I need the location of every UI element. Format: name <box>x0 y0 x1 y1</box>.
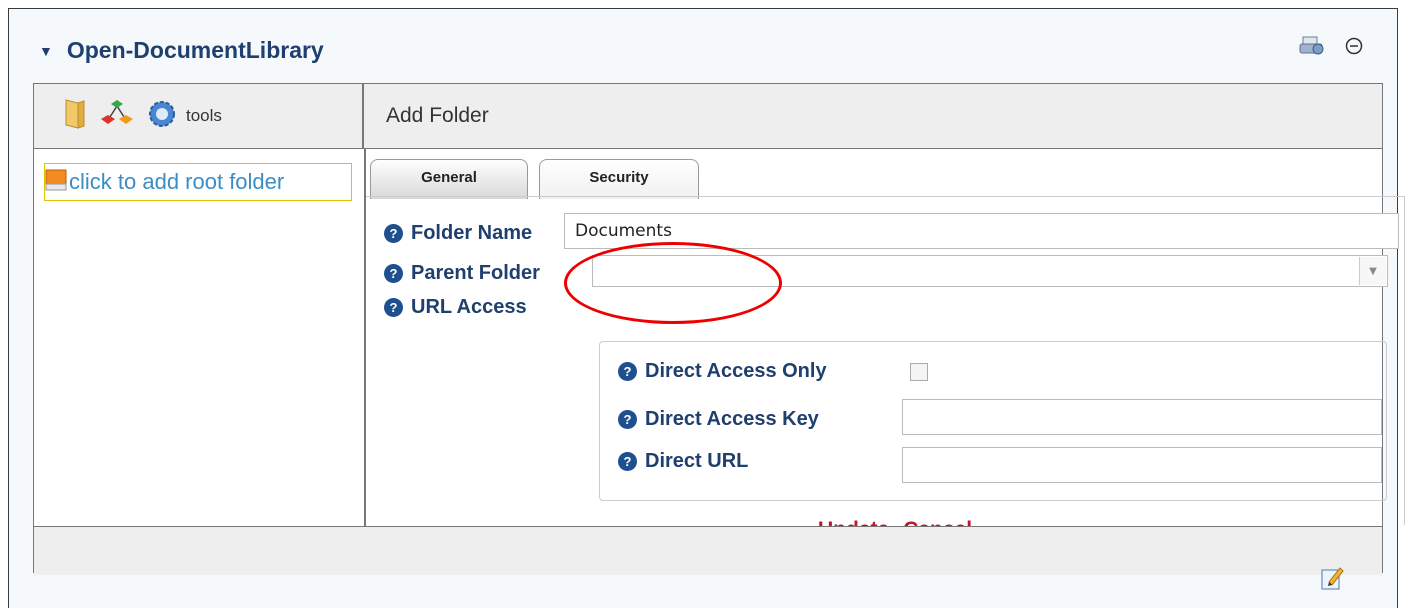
tab-general[interactable]: General <box>370 159 528 199</box>
minimize-icon[interactable] <box>1345 37 1363 60</box>
collapse-triangle-icon[interactable]: ▼ <box>39 43 53 59</box>
direct-access-key-input[interactable] <box>902 399 1382 435</box>
folder-editor-panel: General Security ? Folder Name ? Parent … <box>366 149 1405 541</box>
grid-header-row: tools Add Folder <box>34 84 1382 149</box>
tree-icon[interactable] <box>100 98 134 135</box>
url-access-row: ? URL Access <box>384 296 527 319</box>
edit-icon[interactable] <box>1321 565 1345 596</box>
direct-access-only-row: ? Direct Access Only <box>618 360 827 383</box>
chevron-down-icon[interactable]: ▼ <box>1359 257 1386 285</box>
grid-footer-row <box>34 526 1382 575</box>
print-icon[interactable] <box>1299 35 1325 62</box>
help-icon[interactable]: ? <box>618 452 637 471</box>
panel-header: Add Folder <box>386 104 489 127</box>
module-container: ▼ Open-DocumentLibrary tools Add Folder … <box>8 8 1405 608</box>
direct-access-key-label: Direct Access Key <box>645 408 819 430</box>
add-root-folder-label: click to add root folder <box>69 169 285 194</box>
monitor-icon <box>45 168 67 200</box>
folder-name-input[interactable] <box>564 213 1399 249</box>
parent-folder-label: Parent Folder <box>411 262 540 284</box>
document-library-grid: tools Add Folder click to add root folde… <box>33 83 1405 575</box>
tree-toolbar: tools <box>34 84 364 148</box>
help-icon[interactable]: ? <box>618 362 637 381</box>
folder-tree-panel: click to add root folder <box>34 149 366 527</box>
direct-access-only-checkbox[interactable] <box>910 363 928 381</box>
help-icon[interactable]: ? <box>384 298 403 317</box>
module-actions <box>1299 35 1363 62</box>
direct-url-row: ? Direct URL <box>618 450 748 473</box>
module-title-bar: ▼ Open-DocumentLibrary <box>39 37 324 64</box>
folder-name-label: Folder Name <box>411 222 533 244</box>
help-icon[interactable]: ? <box>384 264 403 283</box>
tools-label[interactable]: tools <box>186 106 222 126</box>
gear-icon[interactable] <box>146 98 178 135</box>
folder-icon[interactable] <box>62 97 88 136</box>
direct-access-only-label: Direct Access Only <box>645 360 827 382</box>
add-root-folder-link[interactable]: click to add root folder <box>44 163 352 201</box>
module-title: Open-DocumentLibrary <box>66 37 324 63</box>
general-tab-panel: ? Folder Name ? Parent Folder ▼ ? URL Ac… <box>366 196 1405 541</box>
folder-name-row: ? Folder Name <box>384 222 532 245</box>
direct-url-input[interactable] <box>902 447 1382 483</box>
help-icon[interactable]: ? <box>618 410 637 429</box>
help-icon[interactable]: ? <box>384 224 403 243</box>
parent-folder-select[interactable]: ▼ <box>592 255 1388 287</box>
parent-folder-row: ? Parent Folder <box>384 262 540 285</box>
direct-url-label: Direct URL <box>645 450 749 472</box>
url-access-group: ? Direct Access Only ? Direct Access Key… <box>599 341 1387 501</box>
direct-access-key-row: ? Direct Access Key <box>618 408 819 431</box>
tab-security[interactable]: Security <box>539 159 699 199</box>
url-access-label: URL Access <box>411 296 527 318</box>
